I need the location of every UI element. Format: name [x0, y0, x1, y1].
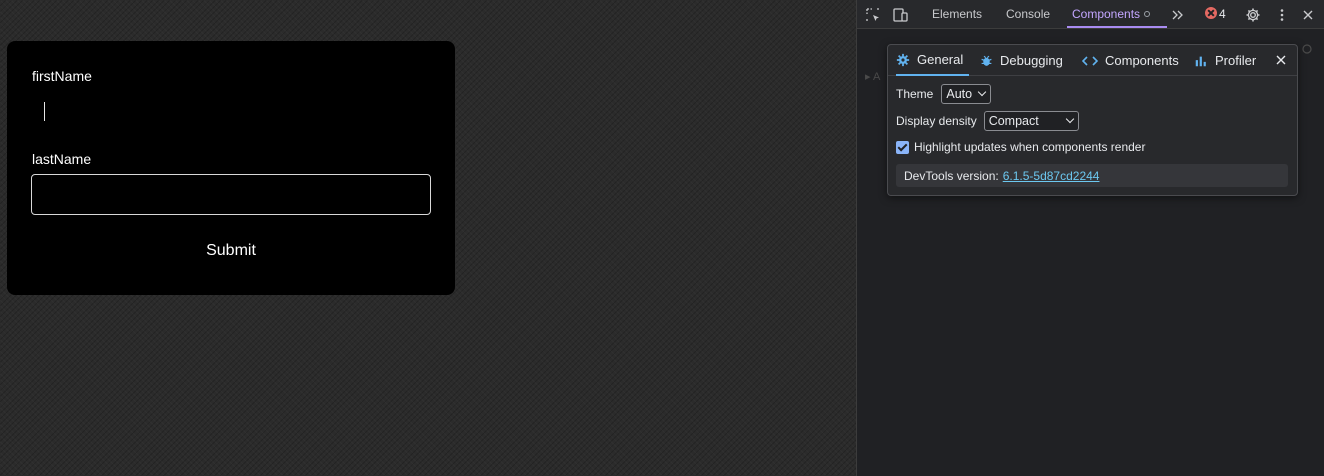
- bar-chart-icon: [1195, 56, 1206, 66]
- version-link[interactable]: 6.1.5-5d87cd2244: [1003, 169, 1100, 183]
- name-form: firstName lastName Submit: [7, 41, 455, 295]
- app-area: firstName lastName Submit: [0, 0, 856, 476]
- density-select-wrap: Compact: [983, 111, 1079, 131]
- tab-components[interactable]: Components: [1072, 7, 1151, 21]
- last-name-label: lastName: [32, 151, 92, 167]
- more-options-kebab-icon[interactable]: [1274, 7, 1290, 23]
- close-settings-icon[interactable]: [1274, 53, 1288, 67]
- active-indicator-icon: [1144, 11, 1151, 17]
- version-label: DevTools version:: [904, 168, 999, 183]
- tab-console[interactable]: Console: [1006, 7, 1050, 21]
- theme-select[interactable]: Auto: [941, 84, 992, 104]
- error-count: 4: [1219, 7, 1226, 21]
- settings-gear-icon[interactable]: [1245, 7, 1261, 23]
- settings-tab-general-label: General: [917, 52, 964, 67]
- active-tab-underline: [1067, 26, 1167, 28]
- settings-tab-debugging-label: Debugging: [1000, 53, 1063, 68]
- highlight-row: Highlight updates when components render: [896, 140, 1145, 154]
- last-name-input[interactable]: [31, 174, 431, 215]
- settings-tab-profiler[interactable]: Profiler: [1194, 45, 1256, 76]
- highlight-updates-checkbox[interactable]: [896, 140, 909, 154]
- settings-tab-debugging[interactable]: Debugging: [980, 45, 1063, 76]
- submit-button[interactable]: Submit: [31, 231, 431, 271]
- settings-tab-components[interactable]: Components: [1082, 45, 1179, 76]
- theme-label: Theme: [896, 87, 934, 101]
- background-tree-hint: ▸ A: [865, 71, 881, 83]
- first-name-input[interactable]: [31, 92, 431, 130]
- devtools-toolbar: Elements Console Components 4: [857, 0, 1324, 29]
- settings-tab-components-label: Components: [1105, 53, 1179, 68]
- settings-tab-profiler-label: Profiler: [1215, 53, 1257, 68]
- theme-row: Theme Auto: [896, 84, 992, 104]
- settings-tab-general[interactable]: General: [896, 45, 970, 76]
- gear-icon: [896, 53, 910, 66]
- background-settings-icon: [1300, 42, 1316, 58]
- devtools-panel: Elements Console Components 4 ▸ A Genera…: [856, 0, 1324, 476]
- density-row: Display density Compact: [896, 111, 1079, 131]
- text-caret: [44, 102, 45, 121]
- version-box: DevTools version: 6.1.5-5d87cd2244: [896, 164, 1288, 187]
- more-tabs-chevron-icon[interactable]: [1169, 7, 1185, 23]
- tab-elements[interactable]: Elements: [932, 7, 982, 21]
- error-count-badge[interactable]: 4: [1205, 7, 1226, 21]
- bug-icon: [981, 55, 992, 66]
- settings-tabs: General Debugging Components Profiler: [888, 45, 1297, 76]
- close-devtools-icon[interactable]: [1300, 7, 1316, 23]
- density-select[interactable]: Compact: [983, 111, 1079, 131]
- density-label: Display density: [896, 114, 977, 128]
- theme-select-wrap: Auto: [941, 84, 992, 104]
- device-toolbar-icon[interactable]: [892, 7, 908, 23]
- settings-popup: General Debugging Components Profiler Th…: [887, 44, 1298, 196]
- code-brackets-icon: [1082, 55, 1098, 66]
- first-name-label: firstName: [32, 68, 92, 84]
- highlight-updates-label: Highlight updates when components render: [914, 140, 1146, 154]
- error-icon: [1205, 7, 1217, 19]
- inspect-element-icon[interactable]: [865, 7, 881, 23]
- tab-components-label: Components: [1072, 7, 1141, 21]
